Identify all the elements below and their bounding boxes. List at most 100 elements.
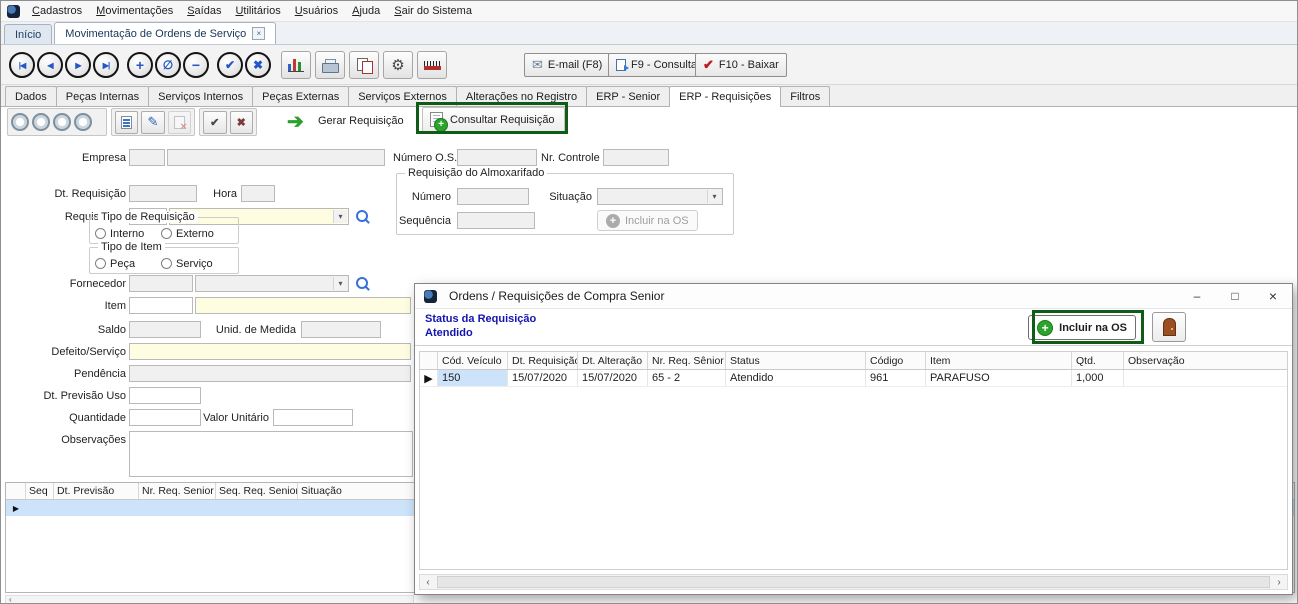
tab-pecas-externas[interactable]: Peças Externas bbox=[252, 86, 349, 106]
delete-record-button[interactable]: − bbox=[183, 52, 209, 78]
nav-first-button[interactable]: |◀ bbox=[9, 52, 35, 78]
cell-dt-requisicao[interactable]: 15/07/2020 bbox=[508, 370, 578, 386]
new-record-button[interactable] bbox=[115, 111, 138, 134]
edit-button[interactable]: ✎ bbox=[141, 111, 164, 134]
discard-button[interactable]: ✖ bbox=[230, 111, 254, 134]
nav-prev-button[interactable]: ◀ bbox=[37, 52, 63, 78]
col-seq[interactable]: Seq bbox=[26, 483, 54, 499]
tab-pecas-internas[interactable]: Peças Internas bbox=[56, 86, 149, 106]
radio-peca[interactable]: Peça bbox=[95, 258, 135, 270]
empresa-name-field[interactable] bbox=[167, 149, 385, 166]
menu-utilitarios[interactable]: Utilitários bbox=[228, 2, 287, 20]
tab-erp-senior[interactable]: ERP - Senior bbox=[586, 86, 670, 106]
incluir-na-os-button[interactable]: + Incluir na OS bbox=[1028, 315, 1136, 340]
radio-servico[interactable]: Serviço bbox=[161, 258, 213, 270]
quantidade-field[interactable] bbox=[129, 409, 201, 426]
radio-interno[interactable]: Interno bbox=[95, 228, 144, 240]
hora-field[interactable] bbox=[241, 185, 275, 202]
maximize-button[interactable]: □ bbox=[1216, 284, 1254, 309]
menu-saidas[interactable]: Saídas bbox=[180, 2, 228, 20]
scroll-left-icon[interactable]: ‹ bbox=[6, 595, 15, 604]
menu-cadastros[interactable]: Cadastros bbox=[25, 2, 89, 20]
dt-previsao-uso-field[interactable] bbox=[129, 387, 201, 404]
pendencia-field[interactable] bbox=[129, 365, 411, 382]
tab-alteracoes-registro[interactable]: Alterações no Registro bbox=[456, 86, 587, 106]
cell-item[interactable]: PARAFUSO bbox=[926, 370, 1072, 386]
sequencia-field[interactable] bbox=[457, 212, 535, 229]
item-desc-field[interactable] bbox=[195, 297, 411, 314]
observacoes-field[interactable] bbox=[129, 431, 413, 477]
menu-sair[interactable]: Sair do Sistema bbox=[387, 2, 479, 20]
col-situacao[interactable]: Situação bbox=[298, 483, 416, 499]
col-qtd[interactable]: Qtd. bbox=[1072, 352, 1124, 369]
numero-field[interactable] bbox=[457, 188, 529, 205]
cell-dt-alteracao[interactable]: 15/07/2020 bbox=[578, 370, 648, 386]
situacao-combo[interactable]: ▾ bbox=[597, 188, 723, 205]
unid-medida-field[interactable] bbox=[301, 321, 381, 338]
col-nr-req-senior[interactable]: Nr. Req. Senior bbox=[139, 483, 216, 499]
delete-button[interactable] bbox=[168, 111, 191, 134]
tab-movimentacao-os[interactable]: Movimentação de Ordens de Serviço × bbox=[54, 22, 276, 44]
cell-status[interactable]: Atendido bbox=[726, 370, 866, 386]
col-item[interactable]: Item bbox=[926, 352, 1072, 369]
col-dt-requisicao[interactable]: Dt. Requisição bbox=[508, 352, 578, 369]
chevron-down-icon[interactable]: ▾ bbox=[333, 210, 347, 223]
search-requisitante-icon[interactable] bbox=[355, 210, 370, 225]
consultar-requisicao-button[interactable]: Consultar Requisição bbox=[422, 107, 565, 132]
cell-qtd[interactable]: 1,000 bbox=[1072, 370, 1124, 386]
cell-codigo[interactable]: 961 bbox=[866, 370, 926, 386]
tab-erp-requisicoes[interactable]: ERP - Requisições bbox=[669, 86, 781, 107]
edit-record-button[interactable]: ∅ bbox=[155, 52, 181, 78]
col-cod-veiculo[interactable]: Cód. Veículo bbox=[438, 352, 508, 369]
tab-dados[interactable]: Dados bbox=[5, 86, 57, 106]
tab-filtros[interactable]: Filtros bbox=[780, 86, 830, 106]
col-codigo[interactable]: Código bbox=[866, 352, 926, 369]
fornecedor-combo[interactable]: ▾ bbox=[195, 275, 349, 292]
tab-servicos-internos[interactable]: Serviços Internos bbox=[148, 86, 253, 106]
cell-nr-req-senior[interactable]: 65 - 2 bbox=[648, 370, 726, 386]
menu-usuarios[interactable]: Usuários bbox=[288, 2, 345, 20]
confirm-button[interactable]: ✔ bbox=[217, 52, 243, 78]
tab-servicos-externos[interactable]: Serviços Externos bbox=[348, 86, 457, 106]
record-prev-button[interactable] bbox=[32, 113, 50, 131]
main-horizontal-scrollbar[interactable]: ‹ bbox=[5, 595, 414, 604]
table-row[interactable]: ▶ 150 15/07/2020 15/07/2020 65 - 2 Atend… bbox=[420, 370, 1287, 387]
nav-last-button[interactable]: ▶| bbox=[93, 52, 119, 78]
tab-close-icon[interactable]: × bbox=[252, 27, 265, 40]
item-code-field[interactable] bbox=[129, 297, 193, 314]
menu-ajuda[interactable]: Ajuda bbox=[345, 2, 387, 20]
col-nr-req-senior[interactable]: Nr. Req. Sênior bbox=[648, 352, 726, 369]
menu-movimentacoes[interactable]: Movimentações bbox=[89, 2, 180, 20]
record-first-button[interactable] bbox=[11, 113, 29, 131]
radio-externo[interactable]: Externo bbox=[161, 228, 214, 240]
fornecedor-code-field[interactable] bbox=[129, 275, 193, 292]
valor-unitario-field[interactable] bbox=[273, 409, 353, 426]
col-status[interactable]: Status bbox=[726, 352, 866, 369]
numero-os-field[interactable] bbox=[457, 149, 537, 166]
cell-cod-veiculo[interactable]: 150 bbox=[438, 370, 508, 386]
f10-baixar-button[interactable]: ✔ F10 - Baixar bbox=[695, 53, 787, 77]
scroll-left-icon[interactable]: ‹ bbox=[420, 577, 436, 588]
empresa-code-field[interactable] bbox=[129, 149, 165, 166]
gerar-requisicao-label[interactable]: Gerar Requisição bbox=[318, 115, 404, 127]
chevron-down-icon[interactable]: ▾ bbox=[333, 277, 347, 290]
print-button[interactable] bbox=[315, 51, 345, 79]
cancel-button[interactable]: ✖ bbox=[245, 52, 271, 78]
col-seq-req-senior[interactable]: Seq. Req. Senior bbox=[216, 483, 298, 499]
col-observacao[interactable]: Observação bbox=[1124, 352, 1287, 369]
minimize-button[interactable]: – bbox=[1178, 284, 1216, 309]
scroll-right-icon[interactable]: › bbox=[1271, 577, 1287, 588]
defeito-servico-field[interactable] bbox=[129, 343, 411, 360]
chart-button[interactable] bbox=[281, 51, 311, 79]
chevron-down-icon[interactable]: ▾ bbox=[707, 190, 721, 203]
exit-button[interactable] bbox=[1152, 312, 1186, 342]
cell-observacao[interactable] bbox=[1124, 370, 1287, 386]
popup-grid[interactable]: Cód. Veículo Dt. Requisição Dt. Alteraçã… bbox=[419, 351, 1288, 570]
record-last-button[interactable] bbox=[74, 113, 92, 131]
tab-inicio[interactable]: Início bbox=[4, 24, 52, 44]
email-button[interactable]: ✉ E-mail (F8) bbox=[524, 53, 610, 77]
search-fornecedor-icon[interactable] bbox=[355, 277, 370, 292]
popup-horizontal-scrollbar[interactable]: ‹ › bbox=[419, 574, 1288, 590]
settings-button[interactable]: ⚙ bbox=[383, 51, 413, 79]
popup-titlebar[interactable]: Ordens / Requisições de Compra Senior – … bbox=[415, 284, 1292, 309]
